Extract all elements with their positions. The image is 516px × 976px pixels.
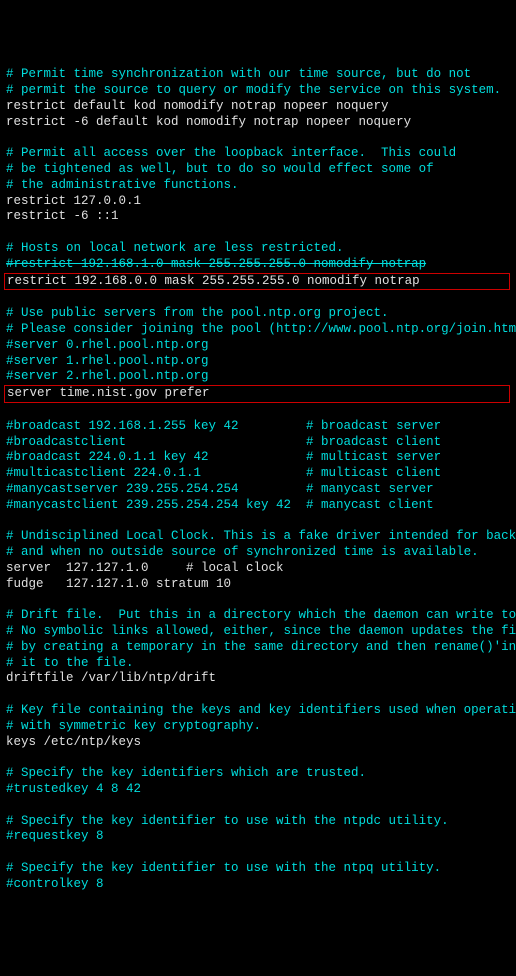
config-line: #trustedkey 4 8 42 — [6, 782, 510, 798]
config-line: #broadcastclient # broadcast client — [6, 435, 510, 451]
config-line: # Key file containing the keys and key i… — [6, 703, 510, 719]
config-line: server 127.127.1.0 # local clock — [6, 561, 510, 577]
config-line: #requestkey 8 — [6, 829, 510, 845]
config-line: #restrict 192.168.1.0 mask 255.255.255.0… — [6, 257, 510, 273]
config-line: restrict -6 default kod nomodify notrap … — [6, 115, 510, 131]
config-line: fudge 127.127.1.0 stratum 10 — [6, 577, 510, 593]
config-line: # Use public servers from the pool.ntp.o… — [6, 306, 510, 322]
config-line: restrict -6 ::1 — [6, 209, 510, 225]
config-line: #server 0.rhel.pool.ntp.org — [6, 338, 510, 354]
config-line: # with symmetric key cryptography. — [6, 719, 510, 735]
config-line: # Specify the key identifier to use with… — [6, 814, 510, 830]
config-line: driftfile /var/lib/ntp/drift — [6, 671, 510, 687]
config-line — [6, 225, 510, 241]
config-line — [6, 798, 510, 814]
config-line: #broadcast 224.0.1.1 key 42 # multicast … — [6, 450, 510, 466]
config-line: restrict default kod nomodify notrap nop… — [6, 99, 510, 115]
config-line: #broadcast 192.168.1.255 key 42 # broadc… — [6, 419, 510, 435]
config-line: restrict 127.0.0.1 — [6, 194, 510, 210]
config-line: # Specify the key identifiers which are … — [6, 766, 510, 782]
config-line — [6, 592, 510, 608]
config-line — [6, 130, 510, 146]
config-line — [6, 750, 510, 766]
config-line: # Hosts on local network are less restri… — [6, 241, 510, 257]
config-line: # No symbolic links allowed, either, sin… — [6, 624, 510, 640]
config-line — [6, 514, 510, 530]
config-line: # by creating a temporary in the same di… — [6, 640, 510, 656]
config-line: # it to the file. — [6, 656, 510, 672]
config-line — [6, 845, 510, 861]
config-line: # Undisciplined Local Clock. This is a f… — [6, 529, 510, 545]
config-line — [6, 687, 510, 703]
config-line: server time.nist.gov prefer — [4, 385, 510, 403]
config-line: #multicastclient 224.0.1.1 # multicast c… — [6, 466, 510, 482]
config-line: # Permit time synchronization with our t… — [6, 67, 510, 83]
config-line: # Permit all access over the loopback in… — [6, 146, 510, 162]
config-line: # Specify the key identifier to use with… — [6, 861, 510, 877]
config-line: # and when no outside source of synchron… — [6, 545, 510, 561]
config-file-view: # Permit time synchronization with our t… — [6, 67, 510, 892]
config-line: #controlkey 8 — [6, 877, 510, 893]
config-line: #server 1.rhel.pool.ntp.org — [6, 354, 510, 370]
config-line: #server 2.rhel.pool.ntp.org — [6, 369, 510, 385]
config-line: #manycastserver 239.255.254.254 # manyca… — [6, 482, 510, 498]
config-line: # permit the source to query or modify t… — [6, 83, 510, 99]
config-line — [6, 403, 510, 419]
config-line: #manycastclient 239.255.254.254 key 42 #… — [6, 498, 510, 514]
config-line: keys /etc/ntp/keys — [6, 735, 510, 751]
config-line: restrict 192.168.0.0 mask 255.255.255.0 … — [4, 273, 510, 291]
config-line: # Drift file. Put this in a directory wh… — [6, 608, 510, 624]
config-line: # the administrative functions. — [6, 178, 510, 194]
config-line: # be tightened as well, but to do so wou… — [6, 162, 510, 178]
config-line: # Please consider joining the pool (http… — [6, 322, 510, 338]
config-line — [6, 290, 510, 306]
